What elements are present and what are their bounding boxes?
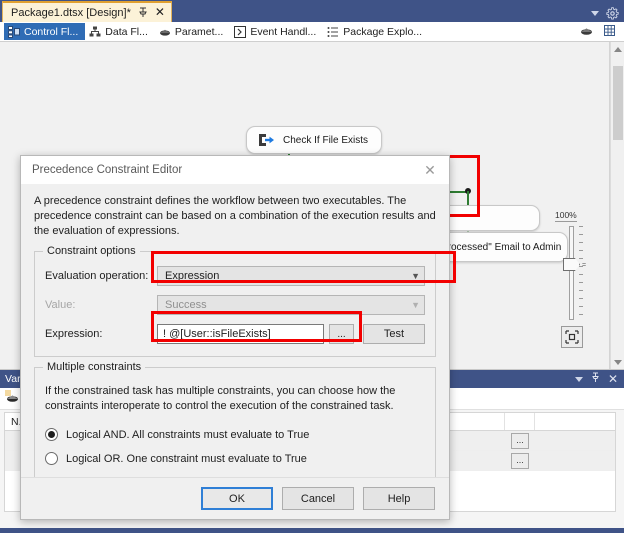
cell-button-wrap: ...: [505, 451, 535, 470]
tab-control-flow-label: Control Fl...: [24, 25, 79, 38]
document-tab-package1[interactable]: Package1.dtsx [Design]* ✕: [2, 1, 172, 22]
package-explorer-icon: [327, 26, 339, 38]
grid-view-icon[interactable]: [603, 24, 616, 40]
tab-event-handlers-label: Event Handl...: [250, 25, 317, 38]
add-variable-icon[interactable]: [5, 390, 20, 407]
dialog-footer: OK Cancel Help: [21, 477, 449, 519]
scrollbar-thumb[interactable]: [613, 66, 623, 140]
radio-logical-or[interactable]: Logical OR. One constraint must evaluate…: [45, 452, 425, 465]
row-browse-button[interactable]: ...: [511, 432, 529, 449]
evaluation-operation-value: Expression: [165, 270, 220, 282]
dialog-description: A precedence constraint defines the work…: [34, 195, 436, 237]
zoom-slider-thumb[interactable]: [563, 258, 580, 271]
chevron-down-icon[interactable]: [591, 10, 599, 16]
constraint-options-legend: Constraint options: [43, 245, 140, 257]
chevron-down-icon: ▼: [411, 271, 420, 281]
close-icon[interactable]: ✕: [155, 6, 165, 18]
parameters-icon[interactable]: [580, 24, 593, 40]
dialog-body: A precedence constraint defines the work…: [21, 184, 449, 480]
chevron-down-icon[interactable]: [574, 376, 583, 382]
expression-label: Expression:: [45, 328, 103, 340]
tab-data-flow[interactable]: Data Fl...: [85, 23, 155, 40]
script-task-icon: [257, 132, 275, 148]
pin-icon[interactable]: [591, 372, 600, 386]
radio-logical-and[interactable]: Logical AND. All constraints must evalua…: [45, 428, 425, 441]
fit-to-window-icon[interactable]: [561, 326, 583, 348]
tab-data-flow-label: Data Fl...: [105, 25, 148, 38]
tab-strip-right-controls: [591, 7, 624, 22]
value-label: Value:: [45, 299, 76, 311]
value-row: Value: Success ▼: [45, 295, 425, 315]
zoom-slider-ticks: [579, 226, 583, 320]
evaluation-operation-label: Evaluation operation:: [45, 270, 149, 282]
cancel-button[interactable]: Cancel: [282, 487, 354, 510]
document-tab-title: Package1.dtsx [Design]*: [11, 6, 131, 19]
cell-button-wrap: ...: [505, 431, 535, 450]
document-tab-strip: Package1.dtsx [Design]* ✕: [0, 0, 624, 22]
parameters-icon: [159, 26, 171, 38]
data-flow-icon: [89, 26, 101, 38]
expression-browse-button[interactable]: ...: [329, 324, 354, 344]
variables-panel-title: Var: [5, 373, 21, 385]
designer-tab-bar: Control Fl... Data Fl... Paramet... Even…: [0, 22, 624, 42]
column-header-blank: [505, 413, 535, 430]
variables-panel-header-icons: ✕: [574, 372, 618, 386]
ok-button[interactable]: OK: [201, 487, 273, 510]
tab-parameters-label: Paramet...: [174, 25, 224, 38]
row-browse-button[interactable]: ...: [511, 452, 529, 469]
chevron-down-icon: ▼: [411, 300, 420, 310]
constraint-options-group: Constraint options Evaluation operation:…: [34, 245, 436, 357]
evaluation-operation-select[interactable]: Expression ▼: [157, 266, 425, 286]
zoom-percent-label: 100%: [555, 210, 577, 222]
expression-input-value: ! @[User::isFileExists]: [163, 328, 271, 340]
expression-input[interactable]: ! @[User::isFileExists]: [157, 324, 324, 344]
scroll-up-icon[interactable]: [611, 42, 624, 56]
designer-tabs-right-icons: [580, 24, 624, 40]
precedence-constraint-editor-dialog[interactable]: Precedence Constraint Editor ✕ A precede…: [20, 155, 450, 520]
control-flow-icon: [8, 25, 20, 38]
task-node-check-if-file-exists[interactable]: Check If File Exists: [246, 126, 382, 154]
value-select: Success ▼: [157, 295, 425, 315]
zoom-slider-midmark: =: [582, 262, 587, 269]
event-handlers-icon: [234, 25, 247, 38]
canvas-vertical-scrollbar[interactable]: [610, 42, 624, 369]
radio-logical-and-label: Logical AND. All constraints must evalua…: [66, 428, 310, 441]
zoom-slider-track[interactable]: [569, 226, 574, 320]
scroll-down-icon[interactable]: [611, 355, 624, 369]
expression-test-button[interactable]: Test: [363, 324, 425, 344]
tab-event-handlers[interactable]: Event Handl...: [230, 23, 323, 40]
expression-row: Expression: ! @[User::isFileExists] ... …: [45, 324, 425, 344]
multiple-constraints-group: Multiple constraints If the constrained …: [34, 361, 436, 480]
multiple-constraints-legend: Multiple constraints: [43, 361, 146, 373]
evaluation-operation-row: Evaluation operation: Expression ▼: [45, 266, 425, 286]
value-select-value: Success: [165, 299, 207, 311]
pin-icon[interactable]: [138, 7, 148, 18]
gear-icon[interactable]: [606, 7, 619, 20]
task-node-label: Check If File Exists: [283, 134, 369, 146]
dialog-title-bar: Precedence Constraint Editor ✕: [21, 156, 449, 184]
multiple-constraints-description: If the constrained task has multiple con…: [45, 385, 396, 412]
close-icon[interactable]: ✕: [419, 162, 441, 179]
application-window: Package1.dtsx [Design]* ✕ Control Fl... …: [0, 0, 624, 533]
tab-control-flow[interactable]: Control Fl...: [4, 23, 86, 40]
zoom-slider-panel: 100% =: [549, 210, 595, 350]
status-bar: [0, 528, 624, 533]
radio-button-icon[interactable]: [45, 452, 58, 465]
tab-package-explorer-label: Package Explo...: [343, 25, 423, 38]
tab-parameters[interactable]: Paramet...: [155, 23, 230, 40]
close-icon[interactable]: ✕: [608, 373, 618, 385]
radio-logical-or-label: Logical OR. One constraint must evaluate…: [66, 452, 307, 465]
radio-button-selected-icon[interactable]: [45, 428, 58, 441]
help-button[interactable]: Help: [363, 487, 435, 510]
tab-package-explorer[interactable]: Package Explo...: [323, 23, 429, 40]
dialog-title: Precedence Constraint Editor: [32, 164, 183, 176]
